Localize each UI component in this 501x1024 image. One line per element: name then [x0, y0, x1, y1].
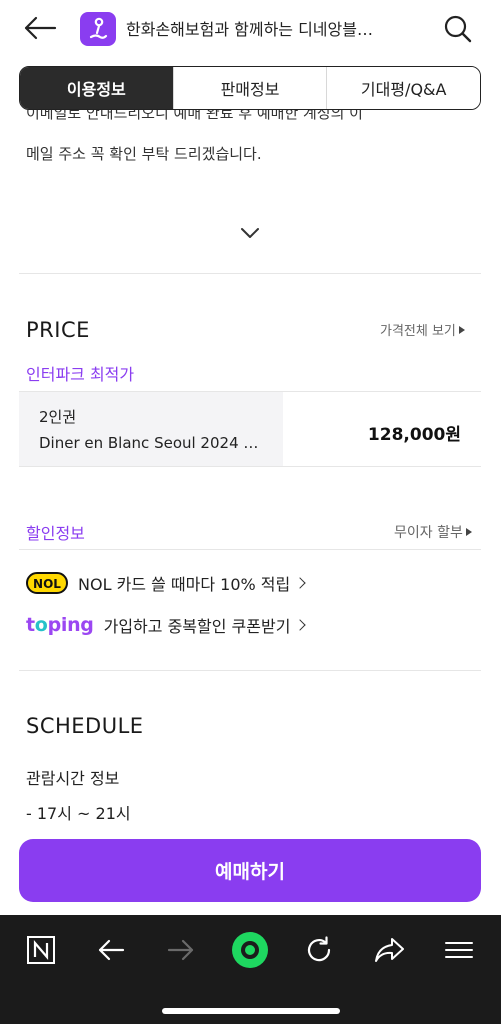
back-button[interactable] — [22, 12, 58, 44]
tab-sales-info[interactable]: 판매정보 — [173, 67, 328, 109]
browser-toolbar — [0, 915, 501, 1024]
home-indicator[interactable] — [162, 1008, 340, 1014]
naver-home-button[interactable] — [19, 928, 63, 972]
toping-promo[interactable]: toping 가입하고 중복할인 쿠폰받기 — [26, 613, 307, 637]
info-tabs: 이용정보 판매정보 기대평/Q&A — [19, 66, 481, 110]
browser-forward-icon — [167, 939, 194, 961]
schedule-label: 관람시간 정보 — [26, 769, 120, 788]
app-logo-icon — [89, 17, 108, 39]
book-button[interactable]: 예매하기 — [19, 839, 481, 902]
share-button[interactable] — [367, 928, 411, 972]
nol-promo-text: NOL 카드 쓸 때마다 10% 적립 — [78, 575, 291, 594]
browser-forward-button[interactable] — [159, 928, 203, 972]
expand-button[interactable] — [232, 218, 268, 248]
green-dot-button[interactable] — [228, 928, 272, 972]
divider — [19, 670, 481, 671]
search-button[interactable] — [440, 11, 476, 47]
price-view-all-label: 가격전체 보기 — [380, 324, 456, 339]
price-title: PRICE — [26, 318, 90, 342]
chevron-right-icon — [294, 619, 307, 631]
notice-cut-line: 이메일로 안내드리오니 예매 완료 후 예매한 계정의 이 — [26, 110, 363, 122]
divider — [19, 549, 481, 550]
naver-n-icon — [27, 936, 55, 964]
app-logo — [80, 12, 116, 46]
share-icon — [375, 938, 404, 962]
page-title: 한화손해보험과 함께하는 디네앙블… — [126, 20, 373, 39]
toping-promo-text: 가입하고 중복할인 쿠폰받기 — [103, 617, 291, 636]
browser-back-icon — [98, 939, 125, 961]
top-header: 한화손해보험과 함께하는 디네앙블… — [0, 0, 501, 58]
svg-text:NOL: NOL — [33, 577, 61, 591]
browser-back-button[interactable] — [89, 928, 133, 972]
best-price-label: 인터파크 최적가 — [26, 365, 135, 384]
chevron-down-icon — [241, 228, 259, 238]
notice-text: 메일 주소 꼭 확인 부탁 드리겠습니다. — [26, 145, 262, 163]
price-info-box: 2인권 Diner en Blanc Seoul 2024 … — [19, 392, 283, 466]
search-icon — [444, 15, 472, 43]
menu-icon — [445, 942, 473, 958]
schedule-time: - 17시 ~ 21시 — [26, 804, 131, 823]
divider — [19, 273, 481, 274]
toping-logo-icon: toping — [26, 614, 94, 636]
back-arrow-icon — [24, 16, 57, 40]
price-row: 2인권 Diner en Blanc Seoul 2024 … 128,000원 — [19, 391, 481, 467]
chevron-right-icon — [294, 577, 306, 589]
price-amount: 128,000원 — [367, 425, 461, 445]
price-view-all-link[interactable]: 가격전체 보기 — [380, 320, 465, 339]
refresh-button[interactable] — [297, 928, 341, 972]
discount-title: 할인정보 — [26, 524, 85, 543]
schedule-title: SCHEDULE — [26, 714, 144, 738]
refresh-icon — [307, 936, 331, 962]
menu-button[interactable] — [437, 928, 481, 972]
triangle-right-icon — [458, 325, 465, 334]
home-circle-icon — [232, 932, 268, 968]
nol-card-promo[interactable]: NOL NOL 카드 쓸 때마다 10% 적립 — [26, 570, 306, 596]
installment-label: 무이자 할부 — [394, 525, 463, 541]
tab-usage-info[interactable]: 이용정보 — [20, 67, 174, 109]
installment-link[interactable]: 무이자 할부 — [394, 522, 472, 542]
triangle-right-icon — [465, 528, 472, 536]
tab-reviews-qa[interactable]: 기대평/Q&A — [327, 67, 480, 109]
price-grade: 2인권 — [39, 408, 77, 426]
nol-logo-icon: NOL — [26, 572, 68, 594]
product-name: Diner en Blanc Seoul 2024 … — [39, 434, 259, 452]
